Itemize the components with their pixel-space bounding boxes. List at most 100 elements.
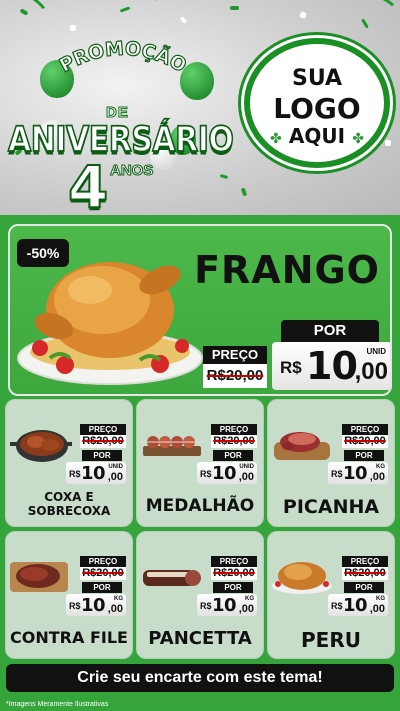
product-card[interactable]: PREÇO R$20,00 POR R$ 10 UNID ,00 COXA E …: [5, 399, 133, 527]
por-label: POR: [213, 450, 253, 461]
old-price: R$20,00: [342, 567, 388, 580]
current-price: R$ 10 KG ,00: [328, 462, 388, 484]
peru-image: [272, 562, 332, 594]
logo-line-2: LOGO: [273, 92, 361, 125]
price-unit: UNID: [108, 464, 123, 470]
shamrock-icon: ✤: [270, 130, 282, 146]
create-flyer-button[interactable]: Crie seu encarte com este tema!: [6, 664, 394, 692]
price-unit: KG: [114, 596, 123, 602]
anniversary-promo-title: PROMOÇÃO DE ANIVERSÁRIO 4 ANOS: [7, 40, 238, 215]
por-label: POR: [82, 582, 122, 593]
aniversario-text: ANIVERSÁRIO: [7, 119, 234, 161]
price-integer: 10: [81, 595, 106, 616]
confetti-piece: [70, 25, 76, 31]
discount-badge: -50%: [17, 239, 69, 267]
current-price: R$ 10 UNID ,00: [197, 462, 257, 484]
preco-label: PREÇO: [342, 556, 388, 567]
logo-line-1: SUA: [291, 66, 343, 91]
price-cents: ,00: [238, 603, 254, 615]
currency-symbol: R$: [200, 601, 212, 611]
price-unit: UNID: [239, 464, 254, 470]
current-price: R$ 10 UNID ,00: [272, 342, 390, 390]
currency-symbol: R$: [69, 469, 81, 479]
price-integer: 10: [81, 463, 106, 484]
preco-label: PREÇO: [342, 424, 388, 435]
preco-label: PREÇO: [211, 424, 257, 435]
price-cents: ,00: [354, 358, 388, 385]
preco-label: PREÇO: [203, 346, 267, 364]
preco-label: PREÇO: [80, 424, 126, 435]
offers-section: -50% FRANGO POR PREÇO R$20,00 R$ 10 UNID…: [0, 215, 400, 711]
logo-placeholder[interactable]: SUA LOGO AQUI ✤ ✤: [244, 38, 390, 168]
price-integer: 10: [343, 463, 368, 484]
product-name: COXA E SOBRECOXA: [27, 490, 111, 518]
streamer: [0, 0, 55, 41]
streamer: [146, 0, 214, 30]
product-name: PERU: [301, 628, 361, 652]
price-cents: ,00: [369, 603, 385, 615]
price-cents: ,00: [107, 603, 123, 615]
price-cents: ,00: [369, 471, 385, 483]
confetti-piece: [385, 140, 391, 146]
old-price: R$20,00: [211, 435, 257, 448]
product-name: CONTRA FILE: [10, 628, 128, 647]
promo-arc-text: PROMOÇÃO: [55, 40, 190, 78]
por-label: POR: [82, 450, 122, 461]
current-price: R$ 10 KG ,00: [328, 594, 388, 616]
price-unit: KG: [376, 596, 385, 602]
anniversary-number: 4: [67, 153, 109, 215]
por-label: POR: [344, 450, 384, 461]
disclaimer-text: *Imagens Meramente Ilustrativas: [6, 701, 109, 708]
currency-symbol: R$: [280, 358, 302, 377]
coxa-sobrecoxa-image: [10, 430, 72, 462]
price-integer: 10: [306, 344, 358, 388]
current-price: R$ 10 KG ,00: [66, 594, 126, 616]
streamer: [327, 0, 400, 38]
product-name: PICANHA: [282, 496, 380, 518]
price-cents: ,00: [238, 471, 254, 483]
shamrock-icon: ✤: [352, 130, 364, 146]
old-price: R$20,00: [342, 435, 388, 448]
current-price: R$ 10 UNID ,00: [66, 462, 126, 484]
pancetta-image: [143, 570, 201, 586]
currency-symbol: R$: [200, 469, 212, 479]
header-banner: PROMOÇÃO DE ANIVERSÁRIO 4 ANOS SUA LOGO …: [0, 0, 400, 215]
price-integer: 10: [343, 595, 368, 616]
promo-line: PROMOÇÃO: [55, 40, 190, 78]
price-unit: KG: [245, 596, 254, 602]
price-cents: ,00: [107, 471, 123, 483]
price-integer: 10: [212, 463, 237, 484]
de-text: DE: [106, 104, 129, 122]
currency-symbol: R$: [331, 469, 343, 479]
por-label: POR: [213, 582, 253, 593]
currency-symbol: R$: [331, 601, 343, 611]
price-integer: 10: [212, 595, 237, 616]
featured-product-card[interactable]: -50% FRANGO POR PREÇO R$20,00 R$ 10 UNID…: [8, 224, 392, 396]
product-card[interactable]: PREÇO R$20,00 POR R$ 10 KG ,00 PERU: [267, 531, 395, 659]
featured-product-name: FRANGO: [194, 248, 380, 292]
por-label: POR: [344, 582, 384, 593]
product-name: PANCETTA: [148, 628, 252, 649]
product-card[interactable]: PREÇO R$20,00 POR R$ 10 KG ,00 PANCETTA: [136, 531, 264, 659]
product-card[interactable]: PREÇO R$20,00 POR R$ 10 UNID ,00 MEDALHÃ…: [136, 399, 264, 527]
price-unit: KG: [376, 464, 385, 470]
old-price: R$20,00: [203, 364, 267, 388]
old-price: R$20,00: [80, 435, 126, 448]
old-price: R$20,00: [80, 567, 126, 580]
svg-text:PROMOÇÃO: PROMOÇÃO: [56, 40, 190, 77]
preco-label: PREÇO: [80, 556, 126, 567]
product-name: MEDALHÃO: [145, 496, 255, 516]
confetti-piece: [230, 6, 239, 10]
price-unit: UNID: [366, 347, 386, 356]
product-card[interactable]: PREÇO R$20,00 POR R$ 10 KG ,00 CONTRA FI…: [5, 531, 133, 659]
product-card[interactable]: PREÇO R$20,00 POR R$ 10 KG ,00 PICANHA: [267, 399, 395, 527]
anos-text: ANOS: [109, 162, 154, 180]
old-price: R$20,00: [211, 567, 257, 580]
currency-symbol: R$: [69, 601, 81, 611]
current-price: R$ 10 KG ,00: [197, 594, 257, 616]
contra-file-image: [10, 562, 68, 592]
por-label: POR: [281, 320, 379, 342]
picanha-image: [274, 432, 330, 460]
confetti-piece: [240, 187, 248, 197]
confetti-piece: [299, 11, 307, 19]
